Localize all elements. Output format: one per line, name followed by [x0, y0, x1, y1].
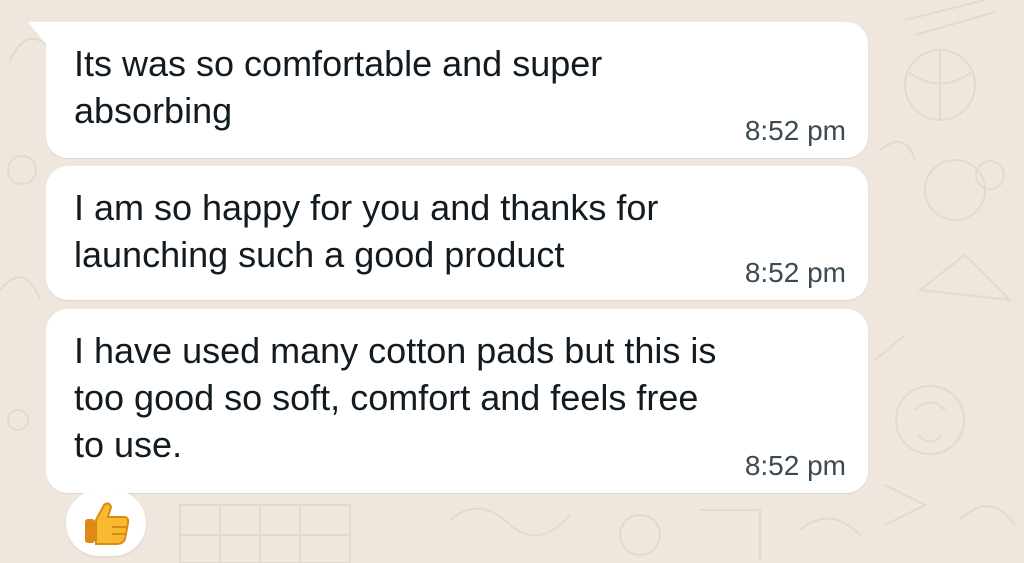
message-text: I am so happy for you and thanks for lau… [74, 187, 659, 275]
thumbs-up-icon [85, 502, 130, 545]
message-timestamp: 8:52 pm [744, 450, 846, 481]
message-bubble[interactable]: Its was so comfortable and super absorbi… [28, 22, 868, 158]
bubble-tail [28, 22, 46, 44]
message-reaction[interactable] [66, 490, 146, 556]
message-bubble[interactable]: I am so happy for you and thanks for lau… [46, 166, 868, 300]
message-text: I have used many cotton pads but this is… [74, 330, 717, 465]
message-text: Its was so comfortable and super absorbi… [74, 43, 603, 131]
message-bubble[interactable]: I have used many cotton pads but this is… [46, 309, 868, 493]
message-timestamp: 8:52 pm [744, 257, 846, 288]
chat-conversation: Its was so comfortable and super absorbi… [0, 0, 1024, 563]
message-timestamp: 8:52 pm [744, 115, 846, 146]
